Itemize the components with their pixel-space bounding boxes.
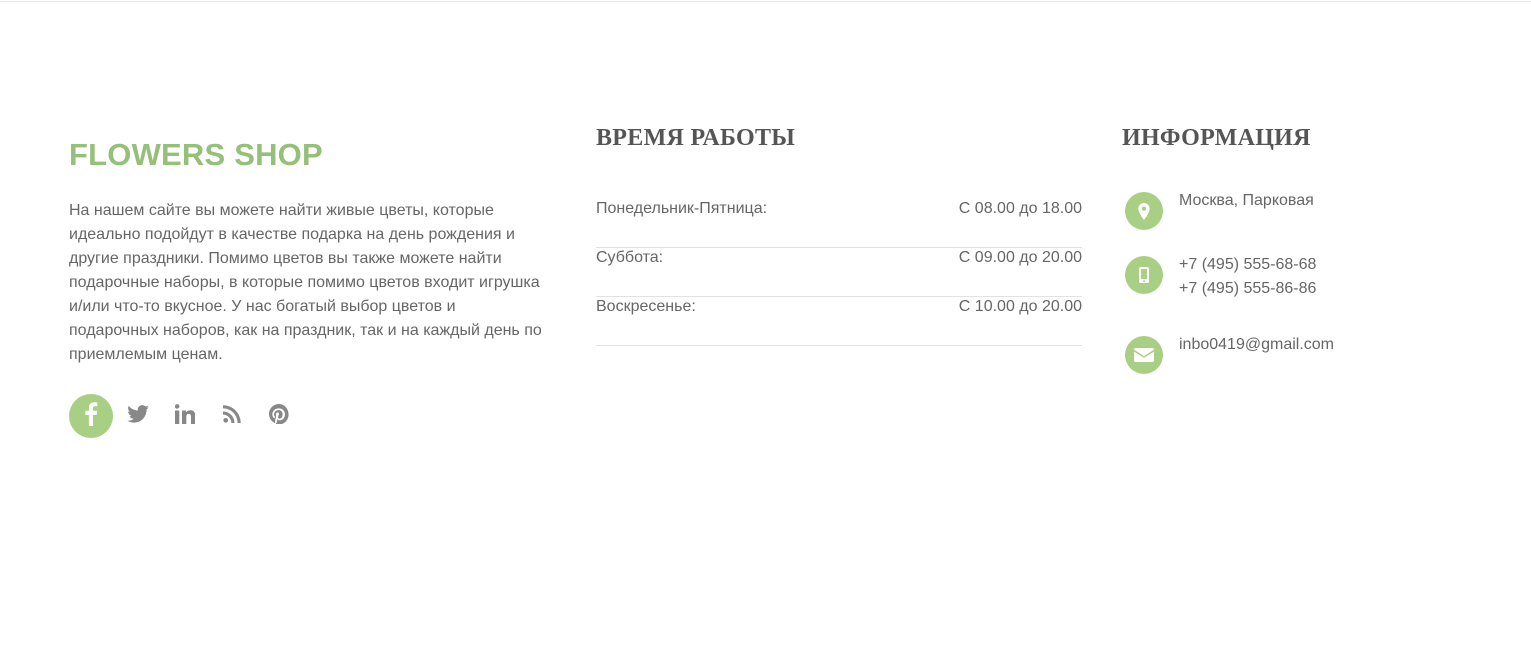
map-marker-icon — [1125, 192, 1163, 230]
facebook-icon — [84, 401, 98, 431]
hours-day: Понедельник-Пятница: — [596, 200, 768, 217]
social-links — [69, 394, 304, 438]
top-divider — [0, 1, 1531, 2]
hours-time: С 09.00 до 20.00 — [958, 249, 1082, 266]
working-hours-list: Понедельник-Пятница: С 08.00 до 18.00 Су… — [596, 199, 1082, 346]
twitter-icon — [127, 404, 149, 428]
contact-info-section: ИНФОРМАЦИЯ Москва, Парковая +7 (495) 555… — [1122, 124, 1502, 374]
hours-row-weekdays: Понедельник-Пятница: С 08.00 до 18.00 — [596, 199, 1082, 248]
about-section: FLOWERS SHOP На нашем сайте вы можете на… — [69, 136, 545, 367]
about-text: На нашем сайте вы можете найти живые цве… — [69, 202, 542, 363]
info-address: Москва, Парковая — [1122, 192, 1314, 230]
rss-link[interactable] — [210, 394, 254, 438]
linkedin-link[interactable] — [163, 394, 207, 438]
rss-icon — [223, 404, 241, 428]
contact-info-title: ИНФОРМАЦИЯ — [1122, 125, 1311, 151]
pinterest-icon — [269, 403, 289, 429]
brand-title[interactable]: FLOWERS SHOP — [69, 136, 545, 174]
hours-day: Суббота: — [596, 249, 664, 266]
info-email: inbo0419@gmail.com — [1122, 336, 1334, 374]
email-link[interactable]: inbo0419@gmail.com — [1179, 333, 1334, 357]
envelope-icon — [1125, 336, 1163, 374]
linkedin-icon — [174, 403, 196, 429]
phone-link-1[interactable]: +7 (495) 555-68-68 — [1179, 253, 1316, 277]
hours-row-saturday: Суббота: С 09.00 до 20.00 — [596, 248, 1082, 297]
phone-link-2[interactable]: +7 (495) 555-86-86 — [1179, 277, 1316, 301]
pinterest-link[interactable] — [257, 394, 301, 438]
info-phones: +7 (495) 555-68-68 +7 (495) 555-86-86 — [1122, 256, 1316, 297]
phone-numbers: +7 (495) 555-68-68 +7 (495) 555-86-86 — [1179, 253, 1316, 301]
mobile-phone-icon — [1125, 256, 1163, 294]
hours-time: С 10.00 до 20.00 — [958, 298, 1082, 315]
facebook-link[interactable] — [69, 394, 113, 438]
working-hours-title: ВРЕМЯ РАБОТЫ — [596, 125, 796, 151]
hours-row-sunday: Воскресенье: С 10.00 до 20.00 — [596, 297, 1082, 346]
address-text: Москва, Парковая — [1179, 192, 1314, 209]
hours-time: С 08.00 до 18.00 — [958, 200, 1082, 217]
twitter-link[interactable] — [116, 394, 160, 438]
working-hours-section: ВРЕМЯ РАБОТЫ Понедельник-Пятница: С 08.0… — [596, 124, 1082, 346]
hours-day: Воскресенье: — [596, 298, 696, 315]
